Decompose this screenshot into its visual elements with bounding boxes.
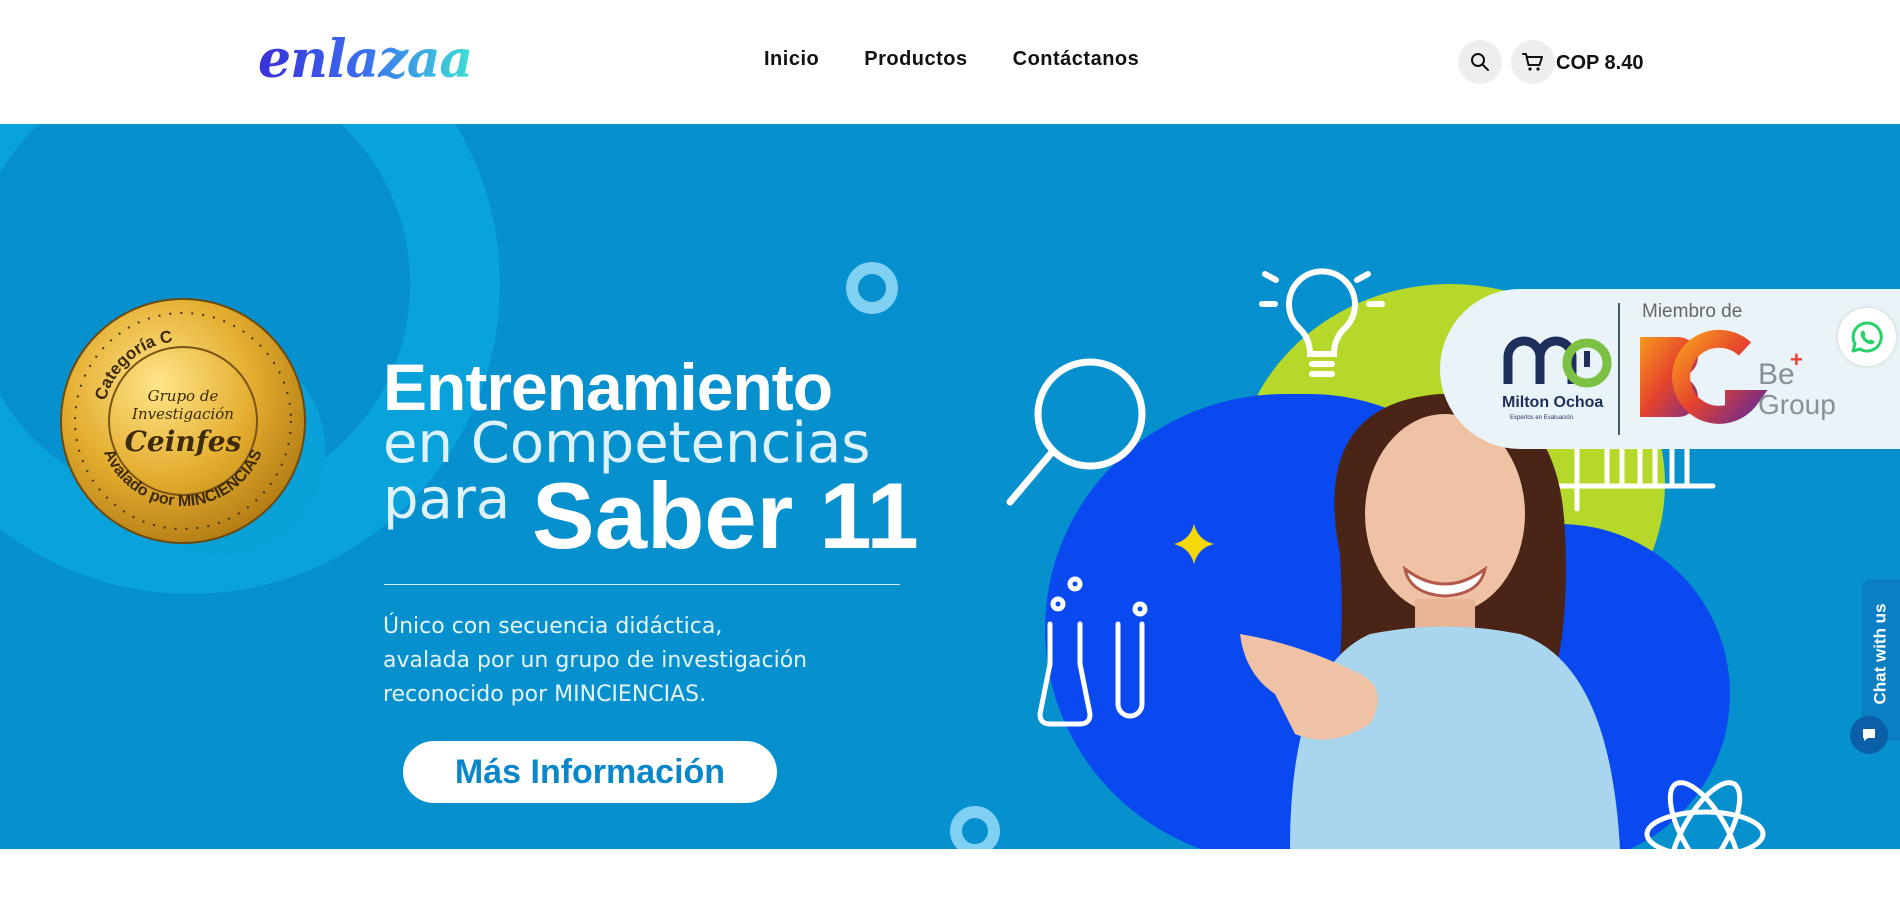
- mo-name: Milton Ochoa: [1502, 394, 1603, 411]
- whatsapp-button[interactable]: [1838, 308, 1896, 366]
- bg-group-logo[interactable]: Be Group +: [1630, 329, 1850, 429]
- member-label: Miembro de: [1642, 301, 1743, 322]
- magnifier-icon: [1006, 358, 1146, 506]
- cart-icon: [1522, 53, 1543, 71]
- cart-button[interactable]: [1511, 40, 1555, 84]
- whatsapp-icon: [1851, 321, 1883, 353]
- badge-name: Ceinfes: [125, 425, 242, 458]
- hero-description-line: avalada por un grupo de investigación: [383, 648, 808, 673]
- nav-contactanos[interactable]: Contáctanos: [1013, 48, 1140, 71]
- mo-tagline: Expertos en Evaluación: [1510, 415, 1573, 421]
- search-icon: [1471, 53, 1489, 71]
- hero-divider: [384, 584, 900, 585]
- site-header: enlazaa Inicio Productos Contáctanos COP…: [0, 0, 1900, 124]
- hero-description-line: reconocido por MINCIENCIAS.: [383, 682, 707, 707]
- chat-tab-label-wrap[interactable]: Chat with us: [1862, 579, 1900, 729]
- hero-description: Único con secuencia didáctica, avalada p…: [383, 610, 807, 712]
- badge-middle-2: Investigación: [131, 405, 234, 423]
- search-button[interactable]: [1458, 40, 1502, 84]
- milton-ochoa-logo[interactable]: Milton Ochoa Expertos en Evaluación: [1500, 319, 1615, 424]
- chat-bubble-button[interactable]: [1850, 716, 1888, 754]
- hero-banner: Categoría C Avalado por MINCIENCIAS Grup…: [0, 124, 1900, 849]
- group-name-2: Group: [1758, 389, 1836, 420]
- partner-separator: [1618, 303, 1620, 435]
- nav-inicio[interactable]: Inicio: [764, 48, 819, 71]
- brand-logo[interactable]: enlazaa: [258, 30, 473, 90]
- ceinfes-badge: Categoría C Avalado por MINCIENCIAS Grup…: [60, 298, 306, 544]
- chat-tab-label: Chat with us: [1871, 603, 1890, 705]
- nav-productos[interactable]: Productos: [864, 48, 967, 71]
- chat-icon: [1863, 729, 1875, 741]
- main-nav: Inicio Productos Contáctanos: [764, 48, 1139, 71]
- cart-total[interactable]: COP 8.40: [1556, 52, 1643, 75]
- hero-title-line3: para: [383, 467, 511, 532]
- hero-title-highlight: Saber 11: [532, 463, 919, 568]
- flask-icon: [1037, 576, 1148, 727]
- mas-informacion-button[interactable]: Más Información: [403, 741, 777, 803]
- hero-description-line: Único con secuencia didáctica,: [383, 614, 723, 639]
- partner-panel: Milton Ochoa Expertos en Evaluación Miem…: [1440, 289, 1900, 449]
- badge-middle-1: Grupo de: [148, 387, 219, 405]
- atom-icon: [1644, 780, 1766, 849]
- svg-text:+: +: [1790, 347, 1803, 372]
